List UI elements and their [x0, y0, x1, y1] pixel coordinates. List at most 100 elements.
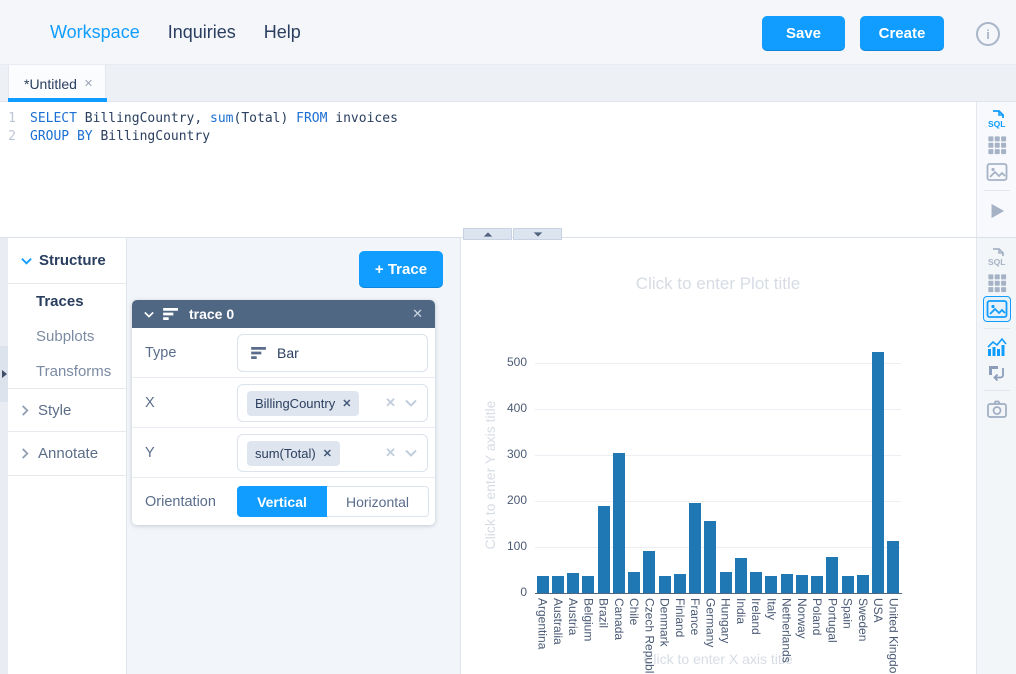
sql-editor[interactable]: 1 SELECT BillingCountry, sum(Total) FROM… [0, 102, 976, 238]
x-chip[interactable]: BillingCountry ✕ [247, 391, 359, 416]
sidebar-collapse-handle[interactable] [0, 346, 8, 402]
x-tick-label: Ireland [749, 598, 763, 674]
bar[interactable] [857, 575, 869, 593]
sidebar-item-transforms[interactable]: Transforms [8, 354, 126, 389]
y-select[interactable]: sum(Total) ✕ ✕ [237, 434, 428, 472]
bar[interactable] [552, 576, 564, 593]
bar[interactable] [659, 576, 671, 593]
bar[interactable] [537, 576, 549, 593]
clear-icon[interactable]: ✕ [385, 395, 396, 411]
editor-toolbar-rail: SQL [976, 102, 1016, 238]
bar[interactable] [628, 572, 640, 593]
x-tick-label: Denmark [658, 598, 672, 674]
sql-icon[interactable]: SQL [977, 246, 1016, 268]
x-axis-line [535, 593, 902, 594]
plot-title-placeholder[interactable]: Click to enter Plot title [636, 274, 800, 294]
x-tick-label: Finland [673, 598, 687, 674]
rail-divider [984, 190, 1010, 191]
pane-splitter-up-button[interactable] [463, 228, 512, 240]
y-label: Y [132, 445, 155, 461]
bar[interactable] [674, 574, 686, 593]
bar[interactable] [887, 541, 899, 593]
chart-toolbar-rail: SQL [976, 238, 1016, 674]
x-tick-label: Portugal [825, 598, 839, 674]
trace-row-y: Y sum(Total) ✕ ✕ [132, 428, 435, 478]
x-tick-label: India [734, 598, 748, 674]
sql-icon[interactable]: SQL [977, 108, 1016, 130]
type-select[interactable]: Bar [237, 334, 428, 372]
bar[interactable] [613, 453, 625, 593]
y-chip[interactable]: sum(Total) ✕ [247, 441, 340, 466]
run-icon[interactable] [977, 199, 1016, 223]
nav-item-workspace[interactable]: Workspace [50, 22, 140, 43]
field-controls: ✕ [385, 395, 417, 411]
bar[interactable] [704, 521, 716, 593]
bar[interactable] [735, 558, 747, 593]
type-label: Type [132, 345, 176, 361]
trace-card-header[interactable]: trace 0 ✕ [132, 300, 435, 328]
chevron-down-icon[interactable] [405, 449, 417, 457]
image-chart-icon[interactable] [977, 161, 1016, 183]
bar[interactable] [750, 572, 762, 593]
code-line-1: SELECT BillingCountry, sum(Total) FROM i… [30, 110, 398, 128]
trace-card: trace 0 ✕ Type Bar X BillingCountry ✕ ✕ [132, 300, 435, 525]
tab-close-icon[interactable]: ✕ [84, 77, 93, 90]
add-trace-button[interactable]: + Trace [359, 251, 443, 288]
x-tick-label: Canada [612, 598, 626, 674]
nav-item-inquiries[interactable]: Inquiries [168, 22, 236, 43]
table-grid-icon[interactable] [977, 273, 1016, 293]
trace-close-icon[interactable]: ✕ [412, 306, 423, 322]
bar[interactable] [811, 576, 823, 593]
chip-remove-icon[interactable]: ✕ [342, 397, 351, 410]
active-icon-box[interactable] [983, 296, 1011, 322]
bar[interactable] [781, 574, 793, 593]
bar[interactable] [643, 551, 655, 593]
chevron-down-icon[interactable] [405, 399, 417, 407]
table-grid-icon[interactable] [977, 135, 1016, 155]
trace-title: trace 0 [189, 306, 234, 322]
arrange-icon[interactable] [977, 362, 1016, 384]
bar[interactable] [842, 576, 854, 593]
create-button[interactable]: Create [860, 16, 944, 51]
bar[interactable] [582, 576, 594, 593]
info-icon[interactable]: i [976, 22, 1000, 46]
y-axis-title-placeholder[interactable]: Click to enter Y axis title [482, 401, 498, 550]
pane-splitter-down-button[interactable] [513, 228, 562, 240]
x-select[interactable]: BillingCountry ✕ ✕ [237, 384, 428, 422]
bar[interactable] [689, 503, 701, 593]
sidebar-item-traces[interactable]: Traces [8, 284, 126, 319]
bar-trace-icon [251, 347, 267, 359]
nav-item-help[interactable]: Help [264, 22, 301, 43]
trace-row-x: X BillingCountry ✕ ✕ [132, 378, 435, 428]
tab-untitled[interactable]: *Untitled ✕ [8, 65, 106, 102]
camera-icon[interactable] [977, 398, 1016, 420]
sidebar-item-subplots[interactable]: Subplots [8, 319, 126, 354]
bar[interactable] [796, 575, 808, 593]
clear-icon[interactable]: ✕ [385, 445, 396, 461]
bar[interactable] [720, 572, 732, 593]
bar[interactable] [826, 557, 838, 593]
chip-remove-icon[interactable]: ✕ [323, 447, 332, 460]
sidebar-section-style[interactable]: Style [8, 389, 126, 432]
x-tick-label: Belgium [581, 598, 595, 674]
column-chart-icon[interactable] [977, 336, 1016, 358]
editor-line: 1 SELECT BillingCountry, sum(Total) FROM… [0, 110, 976, 128]
trace-row-type: Type Bar [132, 328, 435, 378]
x-tick-label: France [688, 598, 702, 674]
x-tick-label: Austria [566, 598, 580, 674]
sidebar-section-annotate[interactable]: Annotate [8, 432, 126, 476]
bar[interactable] [598, 506, 610, 593]
x-tick-label: United Kingdom [886, 598, 900, 674]
chevron-down-icon [144, 311, 154, 318]
sidebar-section-structure[interactable]: Structure [8, 238, 126, 284]
orientation-horizontal-button[interactable]: Horizontal [327, 486, 429, 517]
y-gridline [535, 547, 901, 548]
orientation-vertical-button[interactable]: Vertical [237, 486, 327, 517]
type-value: Bar [277, 345, 299, 361]
field-controls: ✕ [385, 445, 417, 461]
image-chart-icon [986, 298, 1008, 320]
bar[interactable] [567, 573, 579, 593]
bar[interactable] [765, 576, 777, 593]
save-button[interactable]: Save [762, 16, 845, 51]
bar[interactable] [872, 352, 884, 593]
